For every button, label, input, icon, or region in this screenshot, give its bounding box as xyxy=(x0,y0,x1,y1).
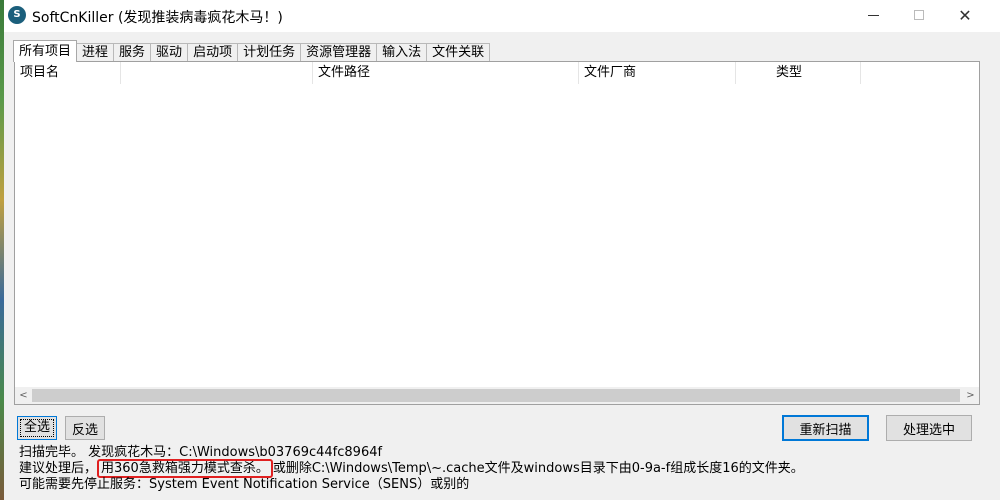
horizontal-scrollbar[interactable]: < > xyxy=(15,387,979,404)
tab-startup[interactable]: 启动项 xyxy=(187,43,239,62)
tab-input-method[interactable]: 输入法 xyxy=(376,43,428,62)
title-bar: S SoftCnKiller (发现推装病毒疯花木马！) ✕ xyxy=(4,0,1000,32)
advice-prefix: 建议处理后， xyxy=(19,461,98,476)
window-title: SoftCnKiller (发现推装病毒疯花木马！) xyxy=(32,10,283,26)
tab-processes[interactable]: 进程 xyxy=(76,43,115,62)
minimize-icon xyxy=(867,14,879,16)
maximize-icon xyxy=(914,10,924,20)
tab-drivers[interactable]: 驱动 xyxy=(150,43,189,62)
tab-file-association[interactable]: 文件关联 xyxy=(426,43,491,62)
column-header-vendor[interactable]: 文件厂商 xyxy=(579,62,736,84)
results-list[interactable]: 项目名 文件路径 文件厂商 类型 < > xyxy=(14,61,980,405)
advice-highlight: 用360急救箱强力模式查杀。 xyxy=(97,459,273,478)
app-icon: S xyxy=(8,6,26,24)
list-header: 项目名 文件路径 文件厂商 类型 xyxy=(15,62,979,84)
close-icon: ✕ xyxy=(958,5,972,25)
desktop-edge xyxy=(0,0,4,500)
scrollbar-thumb[interactable] xyxy=(32,389,960,402)
tab-services[interactable]: 服务 xyxy=(113,43,152,62)
tab-all-items[interactable]: 所有项目 xyxy=(13,40,78,62)
app-icon-glyph: S xyxy=(13,9,21,20)
select-all-label: 全选 xyxy=(19,419,54,437)
status-line-advice: 建议处理后， 用360急救箱强力模式查杀。 或删除C:\Windows\Temp\~… xyxy=(19,459,804,478)
select-all-button[interactable]: 全选 xyxy=(17,416,57,440)
process-selected-button[interactable]: 处理选中 xyxy=(886,415,972,441)
tab-scheduled-tasks[interactable]: 计划任务 xyxy=(237,43,302,62)
column-header-blank[interactable] xyxy=(121,62,313,84)
advice-suffix: 或删除C:\Windows\Temp\~.cache文件及windows目录下由… xyxy=(272,461,804,476)
tab-explorer[interactable]: 资源管理器 xyxy=(300,43,378,62)
status-line-scan-result: 扫描完毕。 发现疯花木马：C:\Windows\b03769c44fc8964f xyxy=(19,445,383,460)
status-line-service: 可能需要先停止服务：System Event Notification Serv… xyxy=(19,477,470,492)
minimize-button[interactable] xyxy=(850,0,896,30)
close-button[interactable]: ✕ xyxy=(942,0,988,30)
column-header-item-name[interactable]: 项目名 xyxy=(15,62,121,84)
scroll-right-icon[interactable]: > xyxy=(962,387,979,404)
scroll-left-icon[interactable]: < xyxy=(15,387,32,404)
invert-selection-button[interactable]: 反选 xyxy=(65,416,105,440)
tab-bar: 所有项目 进程 服务 驱动 启动项 计划任务 资源管理器 输入法 文件关联 xyxy=(13,40,491,62)
column-header-extra[interactable] xyxy=(861,62,979,84)
maximize-button[interactable] xyxy=(896,0,942,30)
rescan-button[interactable]: 重新扫描 xyxy=(782,415,869,441)
column-header-file-path[interactable]: 文件路径 xyxy=(313,62,579,84)
column-header-type[interactable]: 类型 xyxy=(736,62,861,84)
